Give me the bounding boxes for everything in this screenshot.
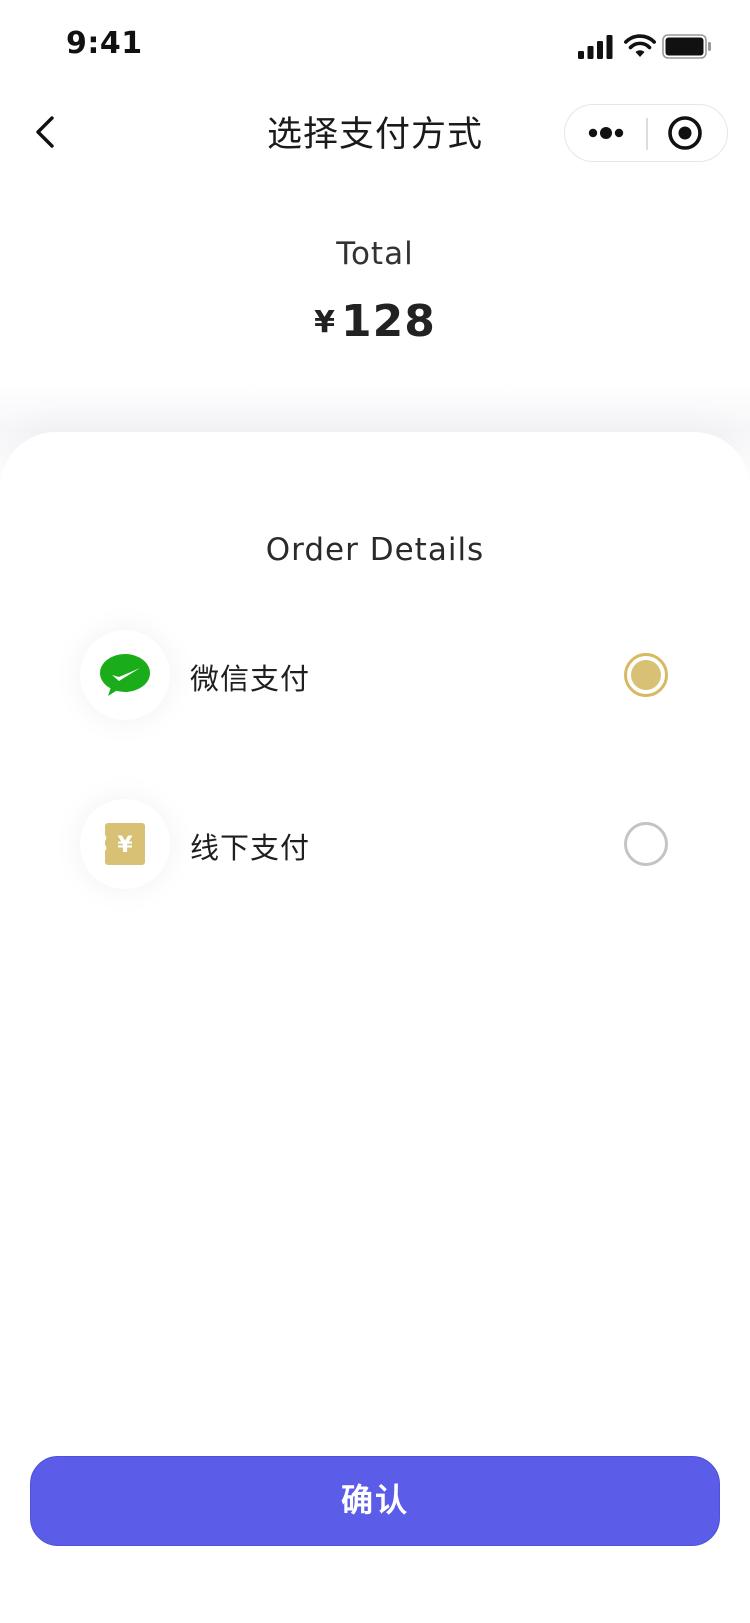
target-circle-icon <box>668 116 702 150</box>
confirm-button[interactable]: 确认 <box>30 1456 720 1546</box>
signal-bars-icon <box>578 35 613 59</box>
mini-program-capsule <box>564 104 728 162</box>
option-icon-container: ¥ <box>80 799 170 889</box>
radio-selected[interactable] <box>624 653 668 697</box>
option-label: 线下支付 <box>190 831 311 865</box>
status-time: 9:41 <box>66 26 143 61</box>
payment-method-screen: 9:41 选择支付方式 Total ¥ 128 Order Details 微信… <box>0 0 750 1623</box>
close-mini-program-button[interactable] <box>647 105 727 161</box>
section-title: Order Details <box>265 532 485 568</box>
currency-symbol: ¥ <box>314 305 335 340</box>
option-label: 微信支付 <box>190 662 311 696</box>
navigation-bar: 选择支付方式 <box>0 88 750 176</box>
wechat-pay-icon <box>100 654 150 696</box>
payment-option-wechat[interactable]: 微信支付 <box>60 610 690 740</box>
order-details-card: Order Details 微信支付 ¥ 线下支付 <box>0 432 750 1623</box>
radio-unselected[interactable] <box>624 822 668 866</box>
wifi-icon <box>624 34 656 57</box>
option-icon-container <box>80 630 170 720</box>
svg-text:¥: ¥ <box>117 833 133 858</box>
payment-option-offline[interactable]: ¥ 线下支付 <box>60 779 690 909</box>
cash-ticket-icon: ¥ <box>105 823 145 865</box>
total-label: Total <box>336 236 414 272</box>
amount-value: 128 <box>341 296 436 347</box>
more-button[interactable] <box>565 105 647 161</box>
more-dots-icon <box>588 127 624 139</box>
total-amount: ¥128 <box>0 296 750 347</box>
battery-full-icon <box>662 34 711 59</box>
status-bar: 9:41 <box>0 0 750 88</box>
